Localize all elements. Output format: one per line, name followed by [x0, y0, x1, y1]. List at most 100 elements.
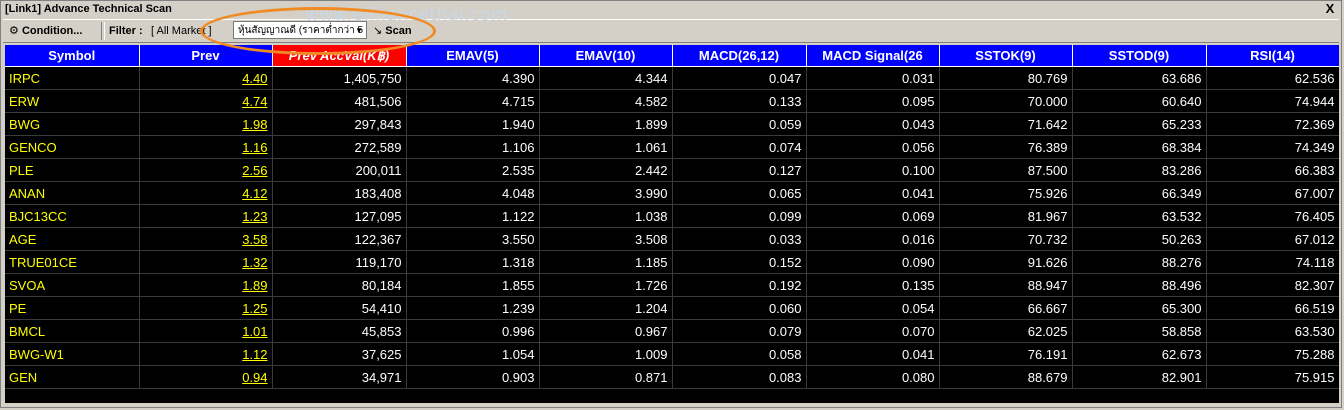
column-header-sstod[interactable]: SSTOD(9) [1072, 45, 1207, 67]
cell-sstod: 68.384 [1072, 135, 1207, 159]
cell-sstod: 65.300 [1072, 296, 1207, 320]
cell-macd-signal: 0.041 [806, 342, 940, 366]
cell-rsi: 74.944 [1206, 89, 1339, 113]
cell-prev[interactable]: 3.58 [139, 227, 273, 251]
cell-rsi: 74.349 [1206, 135, 1339, 159]
cell-prev[interactable]: 1.25 [139, 296, 273, 320]
cell-emav10: 4.344 [539, 66, 673, 90]
column-header-emav10[interactable]: EMAV(10) [539, 45, 673, 67]
column-header-macd-signal[interactable]: MACD Signal(26 [806, 45, 940, 67]
table-row[interactable]: GENCO 1.16 272,589 1.106 1.061 0.074 0.056 76.3… [5, 135, 1339, 159]
cell-rsi: 75.288 [1206, 342, 1339, 366]
cell-macd: 0.127 [672, 158, 807, 182]
cell-prev-accval: 80,184 [272, 273, 407, 297]
cell-macd-signal: 0.041 [806, 181, 940, 205]
cell-macd: 0.192 [672, 273, 807, 297]
cell-emav5: 4.715 [406, 89, 540, 113]
cell-emav10: 0.871 [539, 365, 673, 389]
column-header-symbol[interactable]: Symbol [5, 45, 140, 67]
cell-prev[interactable]: 1.16 [139, 135, 273, 159]
cell-symbol: BMCL [5, 319, 140, 343]
cell-prev[interactable]: 1.01 [139, 319, 273, 343]
cell-sstok: 81.967 [939, 204, 1073, 228]
cell-prev[interactable]: 1.98 [139, 112, 273, 136]
cell-prev-accval: 122,367 [272, 227, 407, 251]
table-row[interactable]: SVOA 1.89 80,184 1.855 1.726 0.192 0.135 88.947… [5, 273, 1339, 297]
cell-emav5: 0.996 [406, 319, 540, 343]
cell-emav5: 1.122 [406, 204, 540, 228]
table-row[interactable]: AGE 3.58 122,367 3.550 3.508 0.033 0.016 70.732… [5, 227, 1339, 251]
condition-button[interactable]: ⚙ Condition... [9, 22, 82, 40]
cell-macd-signal: 0.054 [806, 296, 940, 320]
table-row[interactable]: BJC13CC 1.23 127,095 1.122 1.038 0.099 0.069 81… [5, 204, 1339, 228]
cell-emav10: 3.508 [539, 227, 673, 251]
toolbar: ⚙ Condition... Filter : [ All Market ] ห… [3, 19, 1339, 43]
cell-emav5: 1.855 [406, 273, 540, 297]
cell-prev-accval: 183,408 [272, 181, 407, 205]
cell-macd-signal: 0.016 [806, 227, 940, 251]
cell-sstok: 91.626 [939, 250, 1073, 274]
column-header-rsi[interactable]: RSI(14) [1206, 45, 1339, 67]
table-row[interactable]: PLE 2.56 200,011 2.535 2.442 0.127 0.100 87.500… [5, 158, 1339, 182]
table-row[interactable]: BMCL 1.01 45,853 0.996 0.967 0.079 0.070 62.025… [5, 319, 1339, 343]
cell-sstok: 87.500 [939, 158, 1073, 182]
cell-symbol: GENCO [5, 135, 140, 159]
cell-sstok: 75.926 [939, 181, 1073, 205]
column-header-prev-accval-sorted[interactable]: Prev AccVal(K฿) [272, 45, 407, 67]
cell-prev[interactable]: 4.12 [139, 181, 273, 205]
results-table: Symbol Prev Prev AccVal(K฿) EMAV(5) EMAV… [5, 45, 1339, 389]
cell-sstok: 88.947 [939, 273, 1073, 297]
table-row[interactable]: TRUE01CE 1.32 119,170 1.318 1.185 0.152 0.090 9… [5, 250, 1339, 274]
cell-macd: 0.079 [672, 319, 807, 343]
cell-prev[interactable]: 1.89 [139, 273, 273, 297]
table-row[interactable]: ERW 4.74 481,506 4.715 4.582 0.133 0.095 70.000… [5, 89, 1339, 113]
cell-emav5: 4.390 [406, 66, 540, 90]
cell-emav10: 1.185 [539, 250, 673, 274]
cell-macd-signal: 0.069 [806, 204, 940, 228]
column-header-sstok[interactable]: SSTOK(9) [939, 45, 1073, 67]
cell-prev-accval: 54,410 [272, 296, 407, 320]
table-row[interactable]: GEN 0.94 34,971 0.903 0.871 0.083 0.080 88.679 8… [5, 365, 1339, 389]
cell-macd-signal: 0.056 [806, 135, 940, 159]
cell-prev[interactable]: 4.40 [139, 66, 273, 90]
cell-prev[interactable]: 1.23 [139, 204, 273, 228]
table-row[interactable]: ANAN 4.12 183,408 4.048 3.990 0.065 0.041 75.92… [5, 181, 1339, 205]
cell-macd: 0.099 [672, 204, 807, 228]
close-icon[interactable]: X [1323, 2, 1337, 15]
filter-market-value[interactable]: [ All Market ] [151, 22, 212, 40]
cell-symbol: BJC13CC [5, 204, 140, 228]
cell-emav10: 1.061 [539, 135, 673, 159]
cell-prev-accval: 272,589 [272, 135, 407, 159]
cell-sstod: 65.233 [1072, 112, 1207, 136]
cell-emav10: 1.038 [539, 204, 673, 228]
cell-rsi: 75.915 [1206, 365, 1339, 389]
cell-prev-accval: 481,506 [272, 89, 407, 113]
cell-rsi: 74.118 [1206, 250, 1339, 274]
watermark: www.efinancethai.com [305, 5, 508, 25]
table-row[interactable]: IRPC 4.40 1,405,750 4.390 4.344 0.047 0.031 80.… [5, 66, 1339, 90]
cell-prev[interactable]: 2.56 [139, 158, 273, 182]
scan-results-grid: Symbol Prev Prev AccVal(K฿) EMAV(5) EMAV… [5, 45, 1339, 403]
cell-symbol: SVOA [5, 273, 140, 297]
table-row[interactable]: BWG 1.98 297,843 1.940 1.899 0.059 0.043 71.642… [5, 112, 1339, 136]
cell-macd-signal: 0.031 [806, 66, 940, 90]
column-header-prev[interactable]: Prev [139, 45, 273, 67]
cell-prev[interactable]: 1.32 [139, 250, 273, 274]
cell-emav5: 1.940 [406, 112, 540, 136]
cell-prev[interactable]: 0.94 [139, 365, 273, 389]
cell-rsi: 67.007 [1206, 181, 1339, 205]
cell-macd: 0.074 [672, 135, 807, 159]
cell-sstod: 66.349 [1072, 181, 1207, 205]
column-header-macd[interactable]: MACD(26,12) [672, 45, 807, 67]
table-row[interactable]: PE 1.25 54,410 1.239 1.204 0.060 0.054 66.667 65… [5, 296, 1339, 320]
toolbar-separator [101, 22, 105, 40]
cell-sstod: 62.673 [1072, 342, 1207, 366]
column-header-emav5[interactable]: EMAV(5) [406, 45, 540, 67]
condition-button-label: Condition... [21, 25, 83, 37]
cell-symbol: ERW [5, 89, 140, 113]
table-row[interactable]: BWG-W1 1.12 37,625 1.054 1.009 0.058 0.041 76.1… [5, 342, 1339, 366]
cell-sstok: 80.769 [939, 66, 1073, 90]
cell-prev[interactable]: 4.74 [139, 89, 273, 113]
cell-symbol: PE [5, 296, 140, 320]
cell-prev[interactable]: 1.12 [139, 342, 273, 366]
